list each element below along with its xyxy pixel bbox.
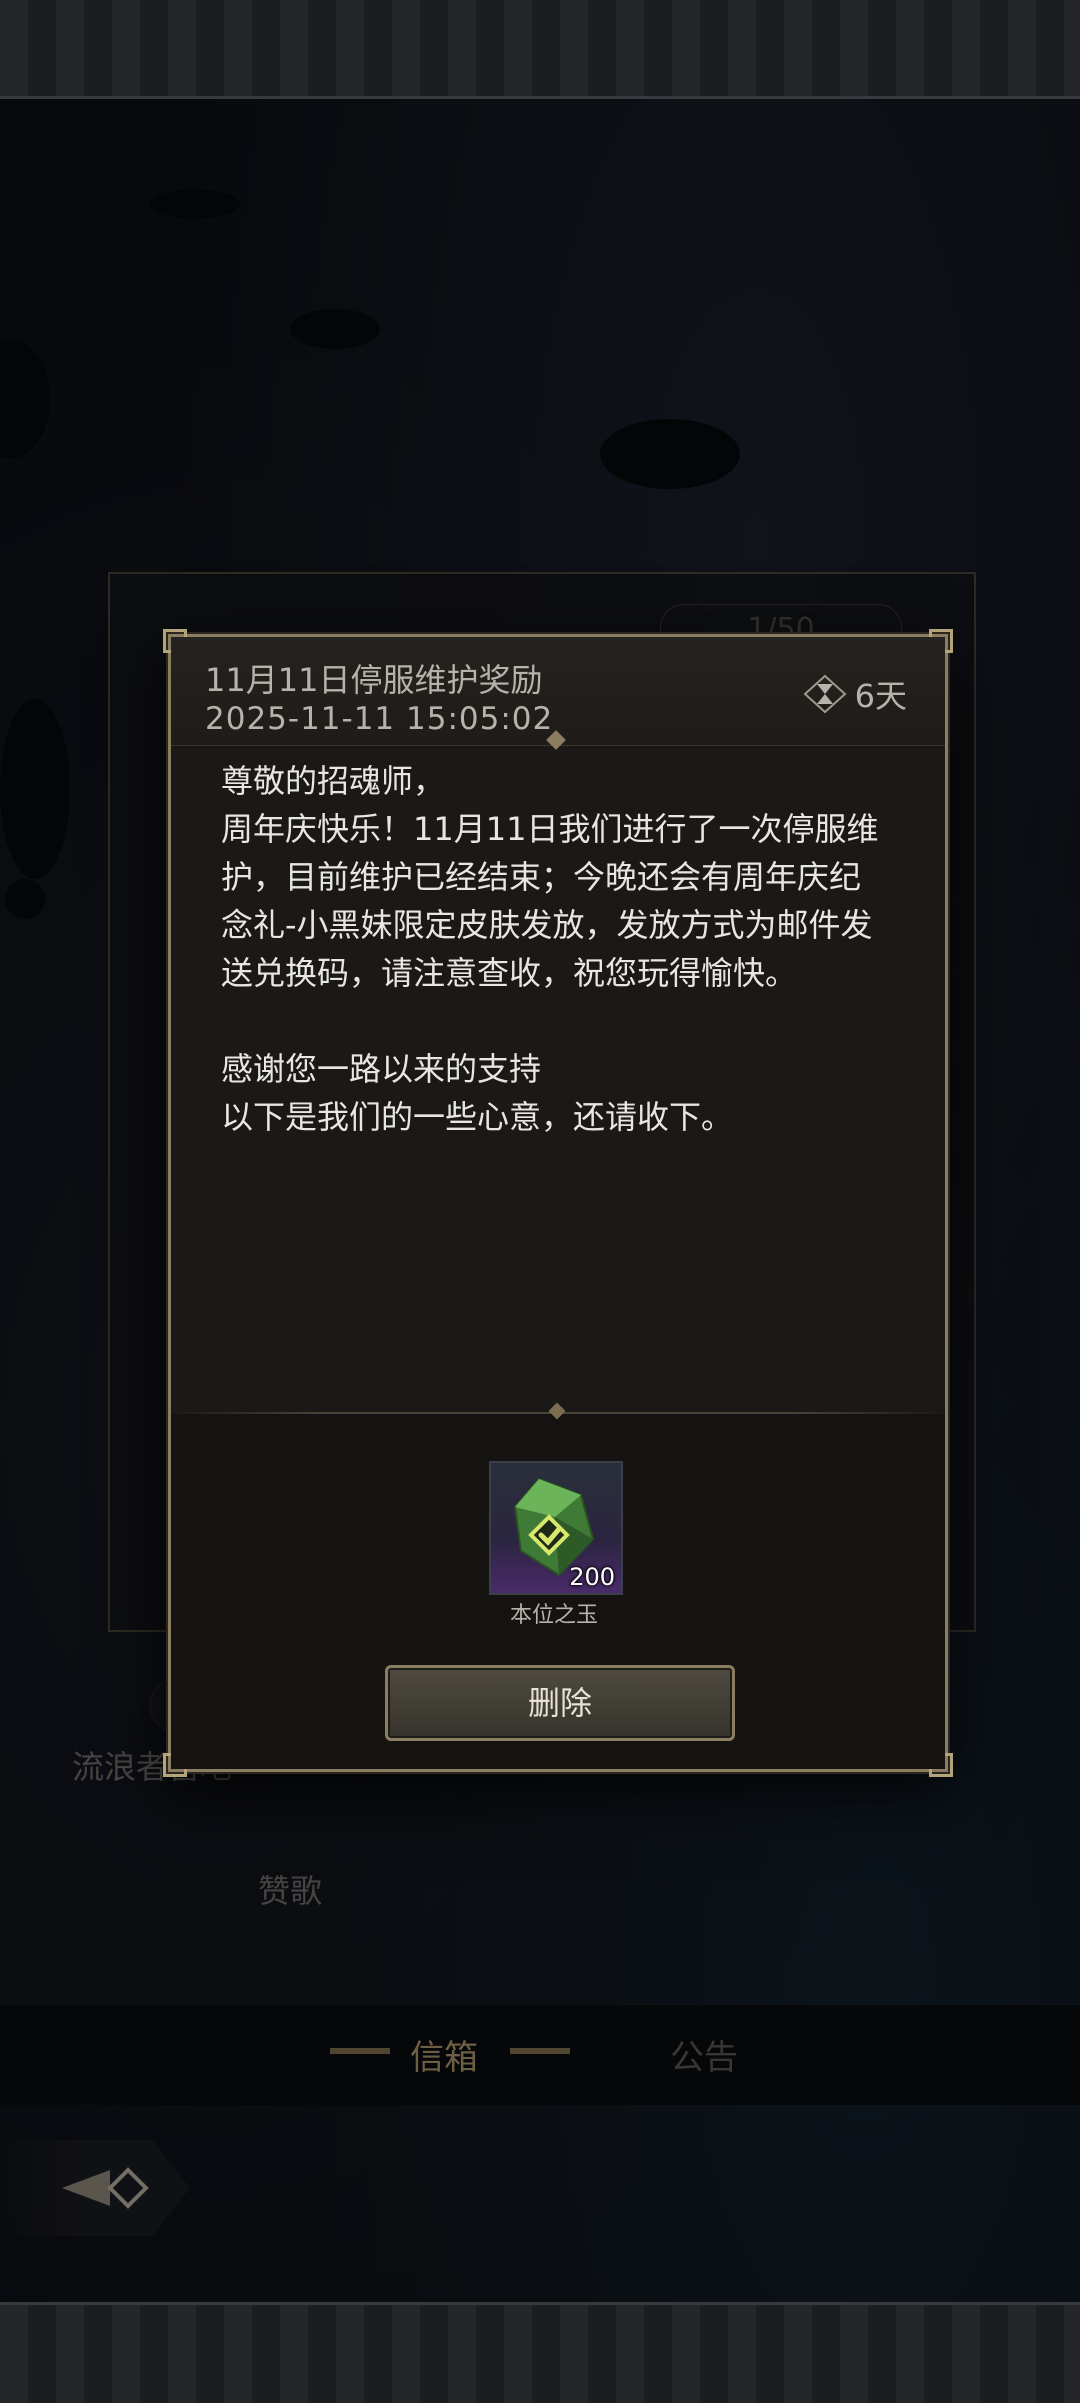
delete-button[interactable]: 删除 [385, 1665, 735, 1741]
item-name: 本位之玉 [509, 1603, 598, 1628]
mail-paragraph: 以下是我们的一些心意，还请收下。 [221, 1098, 734, 1136]
attachment-item-slot[interactable]: 200 [489, 1461, 623, 1595]
mail-detail-dialog: 11月11日停服维护奖励 2025-11-11 15:05:02 6天 尊敬的招… [163, 629, 953, 1777]
mail-date: 2025-11-11 15:05:02 [205, 701, 554, 737]
green-crystal-icon [513, 1477, 595, 1577]
expire-text: 6天 [854, 677, 907, 715]
hourglass-icon [803, 674, 847, 714]
mail-title: 11月11日停服维护奖励 [205, 661, 543, 699]
mail-greeting: 尊敬的招魂师， [221, 762, 446, 800]
mail-body: 尊敬的招魂师， 周年庆快乐！11月11日我们进行了一次停服维护，目前维护已经结束… [221, 757, 881, 1327]
expire-indicator: 6天 [803, 671, 907, 717]
mail-paragraph: 感谢您一路以来的支持 [221, 1050, 542, 1088]
mail-header: 11月11日停服维护奖励 2025-11-11 15:05:02 6天 [171, 637, 945, 746]
item-count: 200 [569, 1563, 615, 1591]
mail-paragraph: 周年庆快乐！11月11日我们进行了一次停服维护，目前维护已经结束；今晚还会有周年… [221, 810, 879, 992]
